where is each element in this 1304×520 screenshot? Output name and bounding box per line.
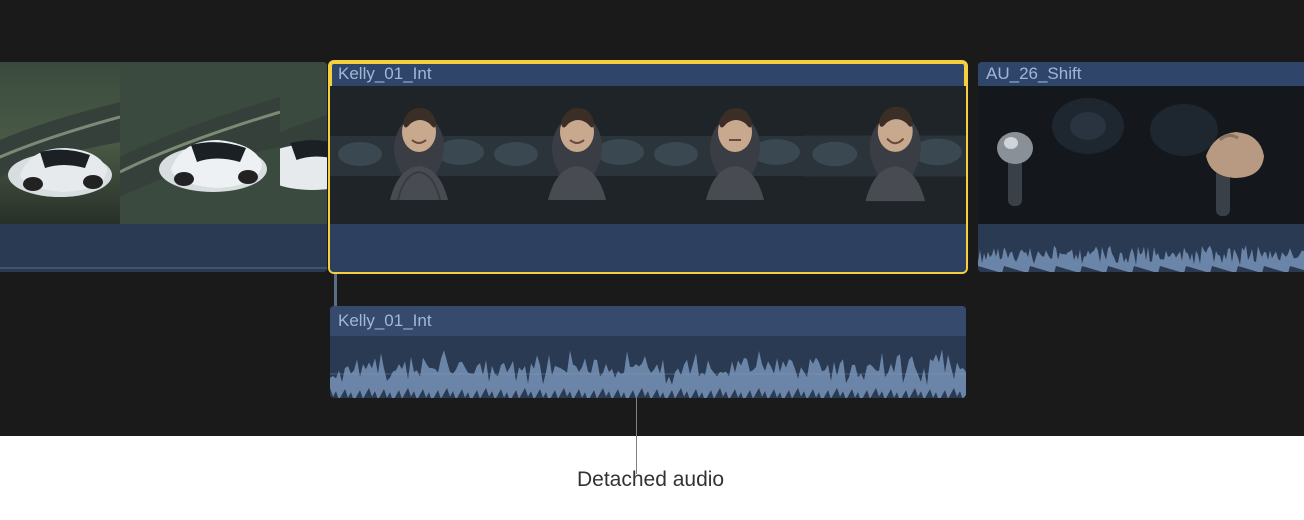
clip-thumbnail	[120, 62, 280, 224]
clip-thumbnail	[330, 86, 488, 224]
timeline-area[interactable]: Kelly_01_Int	[0, 0, 1304, 436]
clip-title: Kelly_01_Int	[330, 306, 966, 336]
clip-thumbnail	[804, 86, 966, 224]
clip-thumbnail	[280, 62, 327, 224]
annotation-leader-line	[636, 396, 637, 474]
primary-storyline: Kelly_01_Int	[0, 62, 1304, 278]
video-clip-1[interactable]	[0, 62, 327, 272]
annotation-label: Detached audio	[577, 468, 724, 492]
secondary-audio-track: Kelly_01_Int	[0, 300, 1304, 400]
detached-audio-clip-kelly-01-int[interactable]: Kelly_01_Int	[330, 306, 966, 398]
clip-audio-strip[interactable]	[0, 224, 327, 272]
clip-thumbnail	[488, 86, 646, 224]
clip-title: AU_26_Shift	[978, 62, 1304, 86]
clip-audio-strip[interactable]	[330, 224, 966, 272]
clip-thumbnail	[1136, 86, 1294, 224]
clip-thumbnail	[1294, 86, 1304, 224]
clip-title: Kelly_01_Int	[330, 62, 966, 86]
clip-audio-strip[interactable]	[978, 224, 1304, 272]
audio-waveform[interactable]	[330, 336, 966, 398]
video-clip-au-26-shift[interactable]: AU_26_Shift	[978, 62, 1304, 272]
clip-thumbnail	[646, 86, 804, 224]
clip-thumbnail	[0, 62, 120, 224]
clip-thumbnail	[978, 86, 1136, 224]
video-clip-kelly-01-int[interactable]: Kelly_01_Int	[330, 62, 966, 272]
